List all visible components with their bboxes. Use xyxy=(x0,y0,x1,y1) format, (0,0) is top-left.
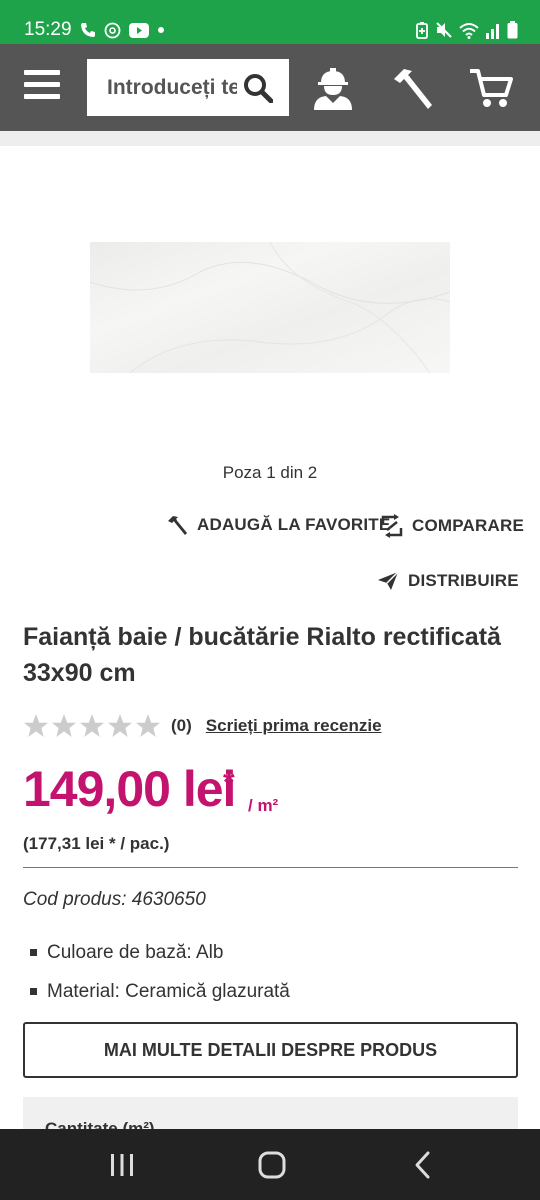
bullet-icon xyxy=(30,949,37,956)
attribute-list: Culoare de bază: Alb Material: Ceramică … xyxy=(30,933,290,1011)
rating-row: (0) Scrieți prima recenzie xyxy=(23,712,382,740)
phone-icon xyxy=(81,23,95,37)
star-icon xyxy=(136,714,160,737)
star-icon xyxy=(80,714,104,737)
compare-icon xyxy=(381,514,403,538)
price-value: 149,00 lei xyxy=(23,761,236,817)
attribute-item: Culoare de bază: Alb xyxy=(30,933,290,972)
search-icon[interactable] xyxy=(243,73,273,103)
cart-icon[interactable] xyxy=(468,65,514,111)
quantity-panel: Cantitate (m²) xyxy=(23,1097,518,1129)
battery-icon xyxy=(507,21,518,39)
home-icon[interactable] xyxy=(254,1147,290,1183)
quantity-label: Cantitate (m²) xyxy=(45,1119,155,1129)
price-asterisk: * xyxy=(223,766,235,799)
review-count: (0) xyxy=(171,716,192,735)
recent-apps-icon[interactable] xyxy=(104,1147,140,1183)
hammer-icon xyxy=(168,516,187,535)
share-label: Distribuire xyxy=(408,571,519,590)
wifi-icon xyxy=(459,22,479,39)
more-details-button[interactable]: Mai multe detalii despre produs xyxy=(23,1022,518,1078)
status-icons-left xyxy=(80,20,165,40)
product-title: Faianță baie / bucătărie Rialto rectific… xyxy=(23,623,501,687)
signal-icon xyxy=(486,23,499,39)
attribute-text: Culoare de bază: Alb xyxy=(47,941,224,963)
write-review-link[interactable]: Scrieți prima recenzie xyxy=(206,716,382,736)
system-nav-bar xyxy=(0,1129,540,1200)
star-icon xyxy=(108,714,132,737)
bullet-icon xyxy=(30,988,37,995)
header-separator xyxy=(0,131,540,146)
whatsapp-icon xyxy=(104,22,121,38)
back-icon[interactable] xyxy=(406,1147,442,1183)
marble-texture xyxy=(90,242,450,373)
product-code: Cod produs: 4630650 xyxy=(23,889,206,910)
battery-saver-icon xyxy=(416,22,428,39)
compare-label: Comparare xyxy=(412,516,524,535)
favorites-hammer-icon[interactable] xyxy=(388,65,434,111)
status-time: 15:29 xyxy=(24,19,72,40)
status-icons-right xyxy=(415,20,518,40)
add-to-favorites-link[interactable]: Adaugă la favorite xyxy=(166,514,390,536)
account-icon[interactable] xyxy=(310,65,356,111)
compare-link[interactable]: Comparare xyxy=(381,514,524,538)
star-icon xyxy=(24,714,48,737)
price-unit: / m² xyxy=(248,796,279,815)
rating-stars xyxy=(23,713,161,739)
app-header xyxy=(0,44,540,131)
status-bar: 15:29 xyxy=(0,0,540,44)
attribute-item: Material: Ceramică glazurată xyxy=(30,972,290,1011)
image-counter: Poza 1 din 2 xyxy=(222,463,318,482)
package-price: (177,31 lei * / pac.) xyxy=(23,834,170,853)
mute-icon xyxy=(436,22,452,38)
menu-icon[interactable] xyxy=(24,70,60,104)
youtube-icon xyxy=(129,22,149,38)
share-link[interactable]: Distribuire xyxy=(377,571,519,591)
star-icon xyxy=(52,714,76,737)
add-to-favorites-label: Adaugă la favorite xyxy=(197,515,391,534)
search-input[interactable] xyxy=(107,59,237,116)
search-box[interactable] xyxy=(87,59,289,116)
dot-icon xyxy=(158,27,164,33)
product-image[interactable] xyxy=(90,242,450,373)
attribute-text: Material: Ceramică glazurată xyxy=(47,980,290,1002)
price-block: 149,00 lei * / m² xyxy=(23,760,278,830)
share-icon xyxy=(378,571,399,590)
divider xyxy=(23,867,518,868)
